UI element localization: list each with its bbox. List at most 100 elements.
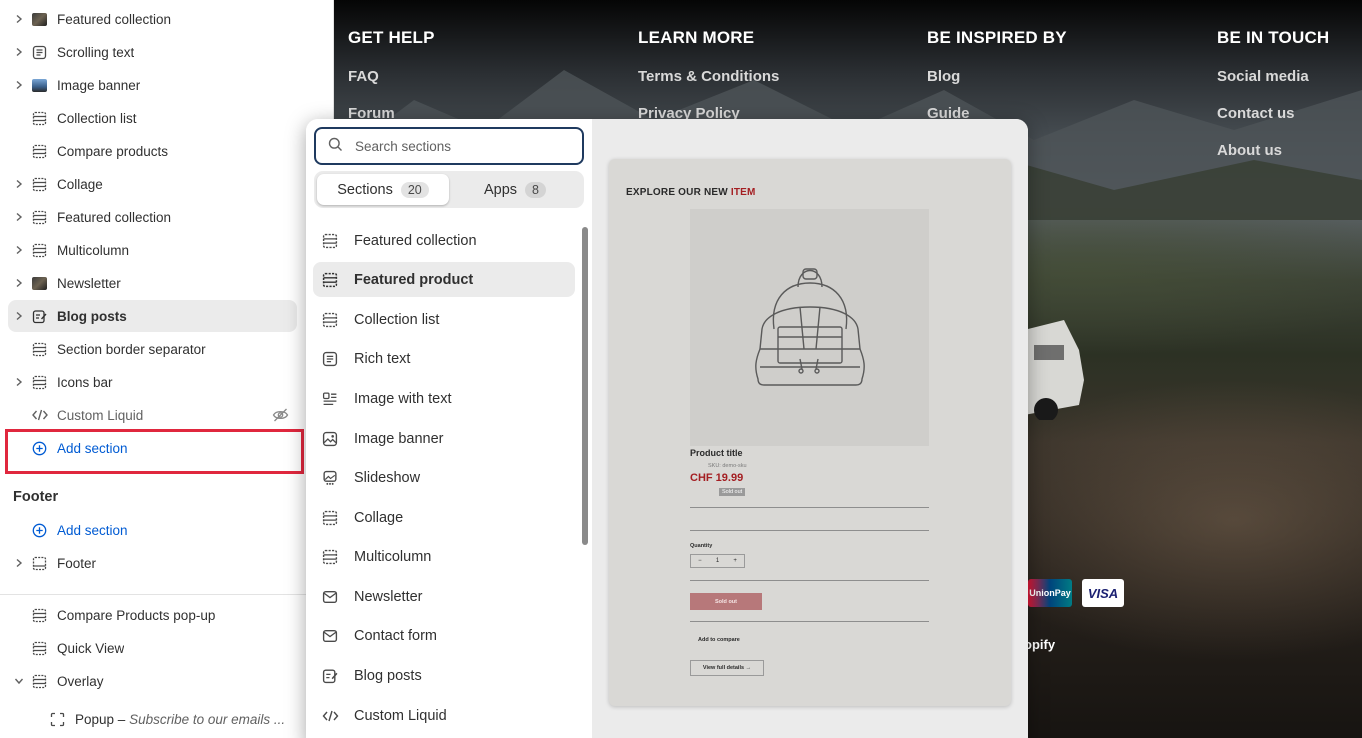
footer-column-be-in-touch: BE IN TOUCH Social media Contact us Abou…: [1217, 28, 1329, 179]
section-layout-icon: [322, 510, 342, 526]
section-option-label: Multicolumn: [354, 548, 432, 565]
section-layout-icon: [322, 272, 342, 288]
chevron-down-icon[interactable]: [8, 676, 30, 686]
tab-count-badge: 20: [400, 181, 429, 198]
sidebar-item-label: Overlay: [57, 673, 104, 689]
section-option-collection-list[interactable]: Collection list: [313, 302, 575, 337]
section-option-label: Featured collection: [354, 232, 477, 249]
sidebar-item-section-border-separator[interactable]: Section border separator: [8, 333, 297, 365]
section-option-label: Blog posts: [354, 667, 422, 684]
sidebar-item-featured-collection-2[interactable]: Featured collection: [8, 201, 297, 233]
slideshow-icon: [322, 470, 342, 486]
sidebar-item-scrolling-text[interactable]: Scrolling text: [8, 36, 297, 68]
powered-by-text[interactable]: opify: [1024, 637, 1055, 652]
chevron-right-icon[interactable]: [8, 14, 30, 24]
list-scrollbar[interactable]: [582, 227, 588, 545]
section-option-contact-form[interactable]: Contact form: [313, 618, 575, 653]
code-icon: [322, 709, 342, 723]
section-option-image-banner[interactable]: Image banner: [313, 421, 575, 456]
footer-layout-icon: [32, 554, 54, 572]
product-sku: SKU: demo-sku: [708, 463, 747, 469]
section-option-collage[interactable]: Collage: [313, 500, 575, 535]
sidebar-item-overlay[interactable]: Overlay: [8, 665, 297, 697]
tab-apps[interactable]: Apps 8: [449, 174, 581, 205]
sidebar-item-collection-list[interactable]: Collection list: [8, 102, 297, 134]
text-block-icon: [322, 351, 342, 367]
section-picker-popover: Sections 20 Apps 8 Featured collection F…: [306, 119, 1028, 738]
footer-column-title: GET HELP: [348, 28, 435, 47]
divider: [0, 594, 334, 595]
chevron-right-icon[interactable]: [8, 558, 30, 568]
footer-link[interactable]: Terms & Conditions: [638, 68, 779, 86]
image-icon: [322, 431, 342, 447]
sidebar-item-popup[interactable]: Popup – Subscribe to our emails ...: [26, 703, 296, 735]
section-option-newsletter[interactable]: Newsletter: [313, 579, 575, 614]
footer-link[interactable]: Social media: [1217, 68, 1329, 86]
sidebar-item-label: Featured collection: [57, 11, 172, 27]
section-option-blog-posts[interactable]: Blog posts: [313, 658, 575, 693]
section-option-label: Rich text: [354, 350, 411, 367]
sidebar-item-compare-products-popup[interactable]: Compare Products pop-up: [8, 599, 297, 631]
sidebar-item-label: Collage: [57, 176, 103, 192]
section-option-featured-product[interactable]: Featured product: [313, 262, 575, 297]
chevron-right-icon[interactable]: [8, 179, 30, 189]
section-option-slideshow[interactable]: Slideshow: [313, 460, 575, 495]
sidebar-item-image-banner[interactable]: Image banner: [8, 69, 297, 101]
sidebar-item-icons-bar[interactable]: Icons bar: [8, 366, 297, 398]
search-icon: [328, 137, 343, 155]
sidebar-item-collage[interactable]: Collage: [8, 168, 297, 200]
sidebar-item-multicolumn[interactable]: Multicolumn: [8, 234, 297, 266]
text-block-icon: [32, 43, 54, 61]
sidebar-item-featured-collection[interactable]: Featured collection: [8, 3, 297, 35]
section-option-custom-liquid[interactable]: Custom Liquid: [313, 698, 575, 733]
chevron-right-icon[interactable]: [8, 245, 30, 255]
sidebar-item-custom-liquid[interactable]: Custom Liquid: [8, 399, 297, 431]
sidebar-item-quick-view[interactable]: Quick View: [8, 632, 297, 664]
chevron-right-icon[interactable]: [8, 80, 30, 90]
chevron-right-icon[interactable]: [8, 311, 30, 321]
backpack-icon: [755, 268, 865, 386]
qty-value: 1: [715, 558, 720, 564]
footer-link[interactable]: FAQ: [348, 68, 435, 86]
chevron-right-icon[interactable]: [8, 47, 30, 57]
section-picker-list-pane: Sections 20 Apps 8 Featured collection F…: [306, 119, 592, 738]
section-option-image-with-text[interactable]: Image with text: [313, 381, 575, 416]
product-title: Product title: [690, 448, 743, 458]
email-icon: [322, 628, 342, 644]
section-option-rich-text[interactable]: Rich text: [313, 341, 575, 376]
section-layout-icon: [32, 208, 54, 226]
chevron-right-icon[interactable]: [8, 278, 30, 288]
sidebar-item-compare-products[interactable]: Compare products: [8, 135, 297, 167]
section-layout-icon: [32, 639, 54, 657]
qty-minus: −: [698, 558, 702, 564]
quantity-label: Quantity: [690, 543, 713, 549]
section-layout-icon: [32, 340, 54, 358]
sidebar-item-label: Compare Products pop-up: [57, 607, 216, 623]
footer-link[interactable]: About us: [1217, 142, 1329, 160]
footer-link[interactable]: Contact us: [1217, 105, 1329, 123]
footer-add-section-button[interactable]: Add section: [8, 514, 297, 546]
unionpay-payment-icon: UnionPay: [1028, 579, 1072, 607]
sidebar-item-newsletter[interactable]: Newsletter: [8, 267, 297, 299]
preview-heading-accent: ITEM: [730, 187, 756, 198]
tab-label: Sections: [337, 181, 393, 198]
sidebar-item-label: Blog posts: [57, 308, 127, 324]
sidebar-item-blog-posts[interactable]: Blog posts: [8, 300, 297, 332]
sidebar-item-label: Collection list: [57, 110, 137, 126]
footer-link[interactable]: Blog: [927, 68, 1067, 86]
section-option-featured-collection[interactable]: Featured collection: [313, 223, 575, 258]
search-sections-input[interactable]: [355, 138, 555, 154]
sidebar-item-footer[interactable]: Footer: [8, 547, 297, 579]
view-full-details: View full details →: [690, 660, 764, 676]
tab-sections[interactable]: Sections 20: [317, 174, 449, 205]
divider: [690, 507, 929, 508]
eye-hidden-icon[interactable]: [272, 407, 289, 426]
chevron-right-icon[interactable]: [8, 212, 30, 222]
sidebar-item-label: Multicolumn: [57, 242, 130, 258]
chevron-right-icon[interactable]: [8, 377, 30, 387]
popup-detail: Subscribe to our emails ...: [129, 711, 286, 727]
section-option-multicolumn[interactable]: Multicolumn: [313, 539, 575, 574]
image-thumbnail-icon: [32, 76, 54, 94]
search-box[interactable]: [314, 127, 584, 165]
sidebar-item-label: Image banner: [57, 77, 141, 93]
